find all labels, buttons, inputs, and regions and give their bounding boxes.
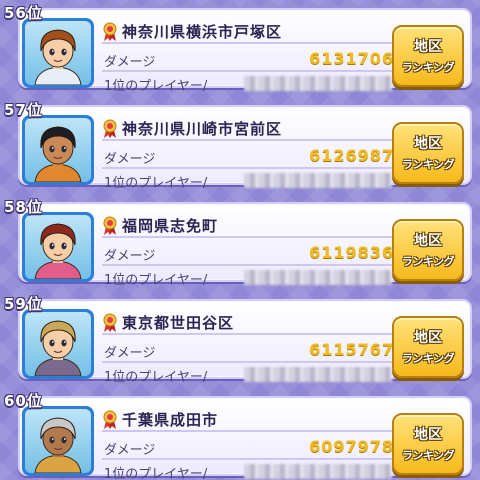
top-player-row: 1位のプレイヤー/: [102, 72, 400, 96]
ranking-list: 56位 神奈川県横浜市戸塚区 ダメージ 6131706 1位のプレイヤー/ 地区…: [0, 0, 480, 480]
damage-row: ダメージ 6126987: [102, 145, 400, 169]
damage-label: ダメージ: [104, 55, 156, 70]
damage-row: ダメージ 6115767: [102, 339, 400, 363]
damage-row: ダメージ 6097978: [102, 436, 400, 460]
medal-icon: [103, 22, 117, 41]
damage-value: 6097978: [309, 437, 394, 456]
region-ranking-button-line2: ランキング: [401, 158, 455, 171]
top-player-label: 1位のプレイヤー/: [104, 467, 208, 480]
rank-number: 58位: [4, 198, 43, 216]
rank-number: 56位: [4, 4, 43, 22]
region-name: 福岡県志免町: [122, 217, 219, 235]
rank-number: 57位: [4, 101, 43, 119]
top-player-label: 1位のプレイヤー/: [104, 79, 208, 94]
avatar-frame: [22, 406, 94, 476]
ranking-card: 神奈川県川崎市宮前区 ダメージ 6126987 1位のプレイヤー/ 地区 ランキ…: [18, 105, 472, 191]
ranking-card: 千葉県成田市 ダメージ 6097978 1位のプレイヤー/ 地区 ランキング: [18, 396, 472, 480]
avatar-frame: [22, 309, 94, 379]
region-ranking-button[interactable]: 地区 ランキング: [392, 219, 464, 281]
avatar: [25, 21, 91, 85]
blurred-player-name: [244, 173, 392, 188]
region-ranking-button-line1: 地区: [414, 136, 442, 152]
entry-info: 福岡県志免町 ダメージ 6119836 1位のプレイヤー/: [102, 212, 402, 292]
ranking-card: 神奈川県横浜市戸塚区 ダメージ 6131706 1位のプレイヤー/ 地区 ランキ…: [18, 8, 472, 94]
blurred-player-name: [244, 464, 392, 479]
ranking-entry: 57位 神奈川県川崎市宮前区 ダメージ 6126987 1位のプレイヤー/ 地区…: [0, 97, 480, 191]
medal-icon: [103, 216, 117, 235]
entry-info: 東京都世田谷区 ダメージ 6115767 1位のプレイヤー/: [102, 309, 402, 389]
divider: [102, 236, 400, 238]
damage-value: 6115767: [309, 340, 394, 359]
region-ranking-button-line2: ランキング: [401, 61, 455, 74]
damage-row: ダメージ 6119836: [102, 242, 400, 266]
medal-icon: [103, 119, 117, 138]
rank-number: 60位: [4, 392, 43, 410]
avatar: [25, 312, 91, 376]
top-player-label: 1位のプレイヤー/: [104, 273, 208, 288]
damage-label: ダメージ: [104, 152, 156, 167]
region-ranking-button-line1: 地区: [414, 233, 442, 249]
damage-value: 6119836: [309, 243, 394, 262]
medal-icon: [103, 410, 117, 429]
damage-label: ダメージ: [104, 346, 156, 361]
top-player-row: 1位のプレイヤー/: [102, 363, 400, 387]
entry-info: 神奈川県川崎市宮前区 ダメージ 6126987 1位のプレイヤー/: [102, 115, 402, 195]
region-ranking-button[interactable]: 地区 ランキング: [392, 122, 464, 184]
medal-icon: [103, 313, 117, 332]
avatar-frame: [22, 18, 94, 88]
region-name: 神奈川県横浜市戸塚区: [122, 23, 283, 41]
avatar-frame: [22, 115, 94, 185]
ranking-card: 東京都世田谷区 ダメージ 6115767 1位のプレイヤー/ 地区 ランキング: [18, 299, 472, 385]
damage-row: ダメージ 6131706: [102, 48, 400, 72]
divider: [102, 333, 400, 335]
top-player-row: 1位のプレイヤー/: [102, 266, 400, 290]
region-ranking-button-line2: ランキング: [401, 449, 455, 462]
avatar: [25, 409, 91, 473]
entry-info: 神奈川県横浜市戸塚区 ダメージ 6131706 1位のプレイヤー/: [102, 18, 402, 98]
ranking-card: 福岡県志免町 ダメージ 6119836 1位のプレイヤー/ 地区 ランキング: [18, 202, 472, 288]
region-ranking-button[interactable]: 地区 ランキング: [392, 25, 464, 87]
damage-value: 6131706: [309, 49, 394, 68]
rank-number: 59位: [4, 295, 43, 313]
ranking-entry: 56位 神奈川県横浜市戸塚区 ダメージ 6131706 1位のプレイヤー/ 地区…: [0, 0, 480, 94]
region-ranking-button-line2: ランキング: [401, 352, 455, 365]
divider: [102, 430, 400, 432]
top-player-row: 1位のプレイヤー/: [102, 169, 400, 193]
region-row: 神奈川県川崎市宮前区: [102, 117, 400, 141]
region-row: 福岡県志免町: [102, 214, 400, 238]
top-player-label: 1位のプレイヤー/: [104, 370, 208, 385]
region-ranking-button-line2: ランキング: [401, 255, 455, 268]
region-ranking-button-line1: 地区: [414, 330, 442, 346]
blurred-player-name: [244, 76, 392, 91]
blurred-player-name: [244, 270, 392, 285]
region-name: 神奈川県川崎市宮前区: [122, 120, 283, 138]
blurred-player-name: [244, 367, 392, 382]
damage-label: ダメージ: [104, 443, 156, 458]
entry-info: 千葉県成田市 ダメージ 6097978 1位のプレイヤー/: [102, 406, 402, 480]
top-player-row: 1位のプレイヤー/: [102, 460, 400, 480]
region-name: 千葉県成田市: [122, 411, 219, 429]
divider: [102, 139, 400, 141]
ranking-entry: 59位 東京都世田谷区 ダメージ 6115767 1位のプレイヤー/ 地区 ラン…: [0, 291, 480, 385]
avatar: [25, 118, 91, 182]
ranking-entry: 58位 福岡県志免町 ダメージ 6119836 1位のプレイヤー/ 地区 ランキ…: [0, 194, 480, 288]
avatar: [25, 215, 91, 279]
damage-value: 6126987: [309, 146, 394, 165]
region-name: 東京都世田谷区: [122, 314, 235, 332]
region-row: 神奈川県横浜市戸塚区: [102, 20, 400, 44]
top-player-label: 1位のプレイヤー/: [104, 176, 208, 191]
region-ranking-button-line1: 地区: [414, 427, 442, 443]
region-ranking-button-line1: 地区: [414, 39, 442, 55]
avatar-frame: [22, 212, 94, 282]
region-ranking-button[interactable]: 地区 ランキング: [392, 316, 464, 378]
region-row: 千葉県成田市: [102, 408, 400, 432]
region-row: 東京都世田谷区: [102, 311, 400, 335]
ranking-entry: 60位 千葉県成田市 ダメージ 6097978 1位のプレイヤー/ 地区 ランキ…: [0, 388, 480, 480]
region-ranking-button[interactable]: 地区 ランキング: [392, 413, 464, 475]
damage-label: ダメージ: [104, 249, 156, 264]
divider: [102, 42, 400, 44]
